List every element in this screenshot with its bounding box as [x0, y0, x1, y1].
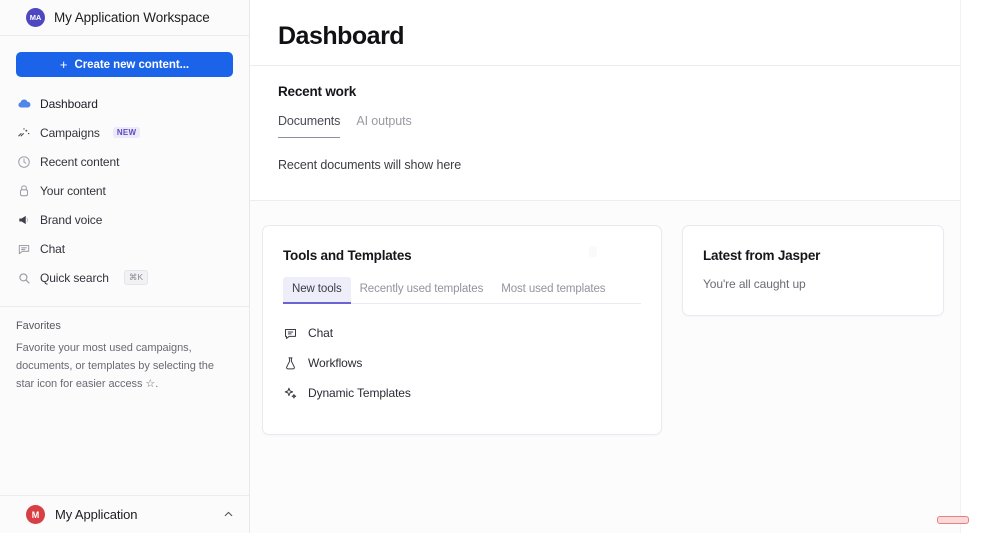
tab-label: New tools: [292, 283, 342, 295]
plus-icon: +: [59, 56, 68, 72]
page-header: Dashboard: [250, 0, 985, 51]
favorites-section: Favorites Favorite your most used campai…: [0, 307, 249, 393]
jasper-empty-text: You're all caught up: [703, 277, 806, 291]
recent-work-empty-text: Recent documents will show here: [278, 158, 462, 172]
favorites-description: Favorite your most used campaigns, docum…: [16, 342, 214, 390]
sidebar-item-label: Dashboard: [40, 96, 98, 111]
tab-label: Recently used templates: [359, 283, 484, 295]
chat-icon: [16, 241, 31, 256]
user-name: My Application: [55, 507, 138, 522]
workspace-header[interactable]: MA My Application Workspace: [0, 0, 249, 36]
tab-label: Most used templates: [501, 283, 606, 295]
recent-work-tabs: Documents AI outputs: [278, 114, 957, 138]
favorites-title: Favorites: [16, 320, 61, 332]
sidebar-item-label: Your content: [40, 183, 106, 198]
campaigns-icon: [16, 125, 31, 140]
sidebar-item-label: Brand voice: [40, 212, 103, 227]
avatar: M: [26, 505, 45, 524]
tool-label: Workflows: [308, 356, 363, 370]
sidebar-nav: Dashboard Campaigns NEW Recent content Y…: [0, 89, 249, 292]
sidebar-item-label: Campaigns: [40, 125, 100, 140]
sparkles-icon: [283, 386, 298, 401]
sidebar-item-brand-voice[interactable]: Brand voice: [10, 205, 239, 234]
tool-list: Chat Workflows Dynamic Templates: [283, 318, 641, 408]
latest-from-jasper-card: Latest from Jasper You're all caught up: [682, 225, 944, 316]
chat-bubble-icon: [283, 326, 298, 341]
tab-ai-outputs[interactable]: AI outputs: [356, 114, 411, 138]
create-new-content-label: Create new content...: [74, 58, 190, 71]
app-root: MA My Application Workspace + Create new…: [0, 0, 985, 533]
clock-icon: [16, 154, 31, 169]
tools-card-tabs: New tools Recently used templates Most u…: [283, 277, 641, 304]
cards-region: Tools and Templates New tools Recently u…: [250, 200, 985, 533]
recent-work-title: Recent work: [278, 84, 357, 99]
list-item-chat[interactable]: Chat: [283, 318, 641, 348]
status-badge[interactable]: [937, 516, 969, 524]
tab-recently-used-templates[interactable]: Recently used templates: [351, 277, 493, 304]
sidebar-item-chat[interactable]: Chat: [10, 234, 239, 263]
user-account-row[interactable]: M My Application: [0, 495, 249, 533]
tab-most-used-templates[interactable]: Most used templates: [492, 277, 614, 304]
workspace-avatar: MA: [26, 8, 45, 27]
sidebar-item-campaigns[interactable]: Campaigns NEW: [10, 118, 239, 147]
jasper-card-title: Latest from Jasper: [703, 248, 821, 263]
megaphone-icon: [16, 212, 31, 227]
create-new-content-button[interactable]: + Create new content...: [16, 52, 233, 77]
recent-work-section: Recent work Documents AI outputs Recent …: [250, 65, 985, 172]
page-title: Dashboard: [278, 22, 405, 50]
sidebar-body: + Create new content... Dashboard Campai…: [0, 36, 249, 495]
tools-and-templates-card: Tools and Templates New tools Recently u…: [262, 225, 662, 435]
main-content: Dashboard Recent work Documents AI outpu…: [250, 0, 985, 533]
sidebar-item-label: Chat: [40, 241, 65, 256]
tool-label: Dynamic Templates: [308, 386, 411, 400]
tool-label: Chat: [308, 326, 333, 340]
flask-icon: [283, 356, 298, 371]
sidebar-item-label: Recent content: [40, 154, 120, 169]
user-lock-icon: [16, 183, 31, 198]
list-item-workflows[interactable]: Workflows: [283, 348, 641, 378]
sidebar-item-your-content[interactable]: Your content: [10, 176, 239, 205]
tools-card-title: Tools and Templates: [283, 248, 412, 263]
list-item-dynamic-templates[interactable]: Dynamic Templates: [283, 378, 641, 408]
keyboard-shortcut-badge: ⌘K: [123, 269, 148, 286]
tab-label: Documents: [278, 114, 341, 128]
sidebar-item-dashboard[interactable]: Dashboard: [10, 89, 239, 118]
new-badge: NEW: [112, 127, 141, 138]
card-placeholder-mark: [589, 246, 597, 257]
workspace-title: My Application Workspace: [54, 10, 210, 25]
tab-documents[interactable]: Documents: [278, 114, 340, 138]
tab-label: AI outputs: [356, 114, 412, 128]
chevron-up-icon[interactable]: [222, 508, 235, 521]
search-icon: [16, 270, 31, 285]
sidebar-item-quick-search[interactable]: Quick search ⌘K: [10, 263, 239, 292]
tab-new-tools[interactable]: New tools: [283, 277, 351, 304]
cloud-icon: [16, 96, 31, 111]
sidebar-item-recent-content[interactable]: Recent content: [10, 147, 239, 176]
sidebar-item-label: Quick search: [40, 270, 109, 285]
sidebar: MA My Application Workspace + Create new…: [0, 0, 250, 533]
